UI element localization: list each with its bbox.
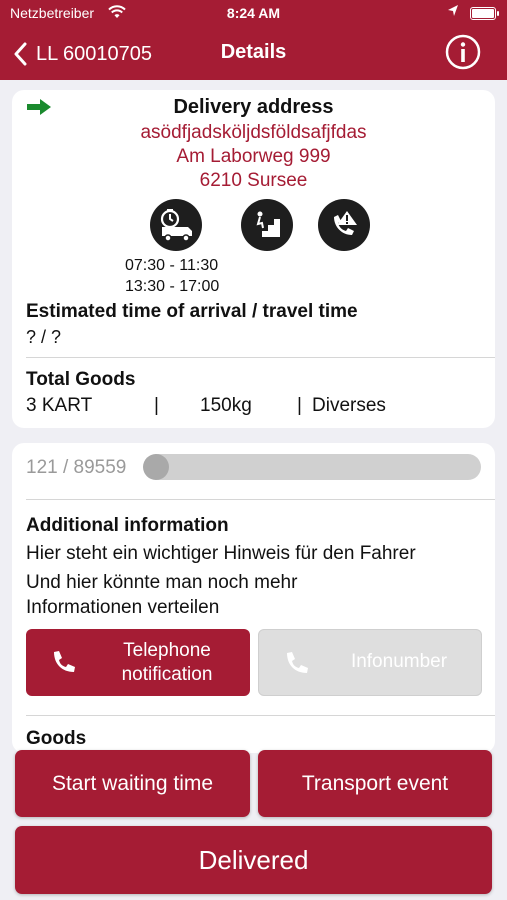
address-line-2: Am Laborweg 999 — [176, 146, 331, 167]
infonumber-button[interactable]: Infonumber — [258, 629, 482, 696]
telephone-notification-button[interactable]: Telephone notification — [26, 629, 250, 696]
divider — [26, 715, 495, 716]
time-window-2: 13:30 - 17:00 — [125, 278, 220, 295]
goods-quantity: 3 KART — [26, 395, 93, 416]
location-arrow-icon — [447, 4, 459, 21]
eta-title: Estimated time of arrival / travel time — [26, 301, 358, 322]
delivery-card: Delivery address asödfjadsköljdsföldsafj… — [12, 90, 495, 428]
navigation-bar: LL 60010705 Details — [0, 28, 507, 80]
page-title: Details — [220, 41, 287, 63]
info-button[interactable] — [445, 34, 481, 70]
time-window-1: 07:30 - 11:30 — [125, 257, 219, 274]
phone-icon — [283, 650, 309, 681]
infonumber-label: Infonumber — [350, 651, 448, 672]
delivery-address-title: Delivery address — [173, 96, 334, 118]
address-line-3: 6210 Sursee — [199, 170, 308, 191]
additional-info-line: Hier steht ein wichtiger Hinweis für den… — [26, 543, 416, 564]
additional-info-title: Additional information — [26, 515, 229, 536]
telephone-notification-label: Telephone notification — [90, 639, 244, 687]
telephone-label-line2: notification — [121, 664, 213, 685]
start-waiting-time-button[interactable]: Start waiting time — [15, 750, 250, 817]
phone-alert-icon — [318, 199, 370, 251]
total-goods-title: Total Goods — [26, 369, 136, 390]
info-icon — [445, 34, 481, 70]
goods-separator: | — [297, 395, 302, 416]
goods-separator: | — [154, 395, 159, 416]
goods-type: Diverses — [312, 395, 386, 416]
divider — [26, 357, 495, 358]
telephone-label-line1: Telephone — [123, 640, 211, 661]
goods-section-title: Goods — [26, 728, 87, 749]
goods-weight: 150kg — [200, 395, 252, 416]
progress-counter: 121 / 89559 — [26, 457, 127, 478]
clock: 8:24 AM — [226, 5, 281, 21]
additional-info-line: Informationen verteilen — [26, 597, 220, 618]
delivery-time-icon — [150, 199, 202, 251]
battery-icon — [470, 7, 499, 20]
phone-icon — [50, 649, 76, 680]
delivered-button[interactable]: Delivered — [15, 826, 492, 894]
stairs-icon — [241, 199, 293, 251]
progress-bar — [143, 454, 481, 480]
address-line-1: asödfjadsköljdsföldsafjfdas — [140, 122, 367, 143]
eta-value: ? / ? — [26, 327, 62, 347]
divider — [26, 499, 495, 500]
progress-fill — [143, 454, 169, 480]
status-bar: Netzbetreiber 8:24 AM — [0, 0, 507, 28]
additional-info-line: Und hier könnte man noch mehr — [26, 572, 298, 593]
transport-event-button[interactable]: Transport event — [258, 750, 492, 817]
details-card[interactable]: 121 / 89559 Additional information Hier … — [12, 443, 495, 753]
